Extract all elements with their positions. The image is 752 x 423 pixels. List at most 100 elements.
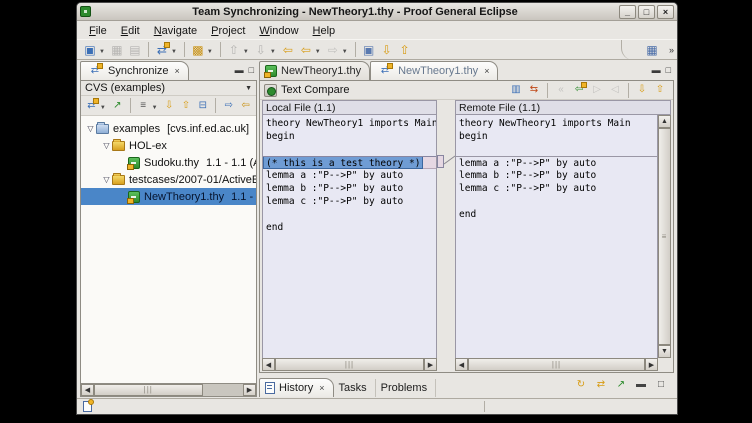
scroll-left-icon[interactable]: ◀ [81, 384, 94, 396]
incoming-mode-icon[interactable]: ⇨ [220, 98, 237, 114]
previous-difference-icon[interactable]: ⇧ [651, 82, 669, 98]
code-line[interactable] [456, 195, 657, 208]
code-line[interactable]: theory NewTheory1 imports Main [263, 117, 436, 130]
code-line[interactable]: end [263, 221, 436, 234]
code-line[interactable]: lemma a :"P-->P" by auto [263, 169, 436, 182]
menu-help[interactable]: Help [307, 24, 342, 38]
expander-icon[interactable]: ▽ [101, 141, 112, 150]
editor-maximize-icon[interactable]: □ [666, 64, 671, 76]
maximize-icon[interactable]: □ [652, 377, 670, 393]
scope-dropdown-icon[interactable]: ▼ [245, 85, 252, 92]
scroll-right-icon[interactable]: ▶ [424, 358, 437, 371]
code-line[interactable]: lemma c :"P-->P" by auto [456, 182, 657, 195]
synchronize-icon[interactable]: ⇄ [153, 42, 171, 58]
refresh-icon[interactable]: ↻ [572, 377, 590, 393]
tree-item-newtheory1-thy[interactable]: NewTheory1.thy1.1 - 1.1 (A [81, 188, 256, 205]
menu-project[interactable]: Project [205, 24, 251, 38]
menu-file[interactable]: File [83, 24, 113, 38]
tab-problems[interactable]: Problems [376, 379, 436, 397]
minimize-icon[interactable]: ▬ [632, 377, 650, 393]
tree-item-testcases-2007-01-activeeditorv[interactable]: ▽testcases/2007-01/ActiveEditorV [81, 171, 256, 188]
copy-current-change-icon[interactable]: ⇦ [570, 82, 588, 98]
local-file-content[interactable]: theory NewTheory1 imports Mainbegin (* th… [262, 115, 437, 358]
group-revisions-icon[interactable]: ⇄ [592, 377, 610, 393]
code-line[interactable]: lemma a :"P-->P" by auto [456, 156, 657, 169]
ancestor-pane-icon[interactable]: ▥ [507, 82, 525, 98]
minimize-button[interactable]: _ [619, 5, 636, 19]
tab-history[interactable]: History× [259, 378, 334, 397]
maximize-button[interactable]: □ [638, 5, 655, 19]
synchronize-icon-dropdown[interactable]: ▼ [171, 49, 177, 55]
code-line-diff[interactable]: (* this is a test theory *) [263, 156, 436, 169]
scroll-up-icon[interactable]: ▲ [658, 115, 671, 128]
back-icon[interactable]: ⇦ [297, 42, 315, 58]
code-line[interactable] [263, 143, 436, 156]
editor-tab-close-icon[interactable]: × [484, 66, 489, 76]
scroll-left-icon[interactable]: ◀ [262, 358, 275, 371]
code-line[interactable]: theory NewTheory1 imports Main [456, 117, 657, 130]
titlebar[interactable]: Team Synchronizing - NewTheory1.thy - Pr… [77, 3, 677, 21]
code-line[interactable]: lemma b :"P-->P" by auto [263, 182, 436, 195]
scroll-right-icon[interactable]: ▶ [243, 384, 256, 396]
local-hscrollbar[interactable]: ◀ ||| ▶ [262, 358, 437, 371]
remote-file-content[interactable]: theory NewTheory1 imports Mainbegin lemma… [455, 115, 658, 358]
checkout-icon[interactable]: ▩ [189, 42, 207, 58]
code-line[interactable]: lemma c :"P-->P" by auto [263, 195, 436, 208]
code-line[interactable]: begin [263, 130, 436, 143]
pin-icon[interactable]: ↗ [109, 98, 126, 114]
next-difference-icon[interactable]: ⇩ [633, 82, 651, 98]
tab-tasks[interactable]: Tasks [334, 379, 376, 397]
next-change-icon[interactable]: ⇩ [161, 98, 178, 114]
synchronize-icon-dropdown[interactable]: ▼ [100, 105, 106, 111]
scroll-right-icon[interactable]: ▶ [645, 358, 658, 371]
editor-tab-0[interactable]: NewTheory1.thy [259, 61, 370, 80]
scroll-down-icon[interactable]: ▼ [658, 345, 671, 358]
remote-vscroll-thumb[interactable]: ≡ [658, 128, 671, 345]
editor-tab-1[interactable]: ⇄NewTheory1.thy× [370, 61, 498, 80]
code-line[interactable]: end [456, 208, 657, 221]
editor-minimize-icon[interactable]: ▬ [652, 64, 661, 76]
code-line[interactable] [263, 208, 436, 221]
sidebar-hscroll-thumb[interactable]: ||| [94, 384, 203, 396]
tree-item-hol-ex[interactable]: ▽HOL-ex [81, 137, 256, 154]
toolbar-overflow-icon[interactable]: » [669, 45, 673, 55]
previous-difference-icon[interactable]: ⇧ [396, 42, 414, 58]
collapse-all-icon[interactable]: ⊟ [194, 98, 211, 114]
tree-item-sudoku-thy[interactable]: Sudoku.thy1.1 - 1.1 (ASCII - [81, 154, 256, 171]
bottom-tab-close-icon[interactable]: × [319, 383, 324, 393]
menu-window[interactable]: Window [253, 24, 304, 38]
code-line[interactable]: begin [456, 130, 657, 143]
checkout-icon-dropdown[interactable]: ▼ [207, 49, 213, 55]
compare-view-icon[interactable]: ▣ [360, 42, 378, 58]
swap-panes-icon[interactable]: ⇆ [525, 82, 543, 98]
fast-view-icon[interactable] [83, 401, 92, 412]
outgoing-mode-icon[interactable]: ⇦ [237, 98, 254, 114]
code-line[interactable]: lemma b :"P-->P" by auto [456, 169, 657, 182]
previous-change-icon[interactable]: ⇧ [177, 98, 194, 114]
tab-synchronize-close-icon[interactable]: × [175, 66, 180, 76]
expander-icon[interactable]: ▽ [85, 124, 96, 133]
presentation-mode-icon[interactable]: ≡ [135, 98, 152, 114]
last-edit-location-icon[interactable]: ⇦ [279, 42, 297, 58]
new-wizard-icon-dropdown[interactable]: ▼ [99, 49, 105, 55]
menu-edit[interactable]: Edit [115, 24, 146, 38]
synchronize-icon[interactable]: ⇄ [83, 98, 100, 114]
sidebar-hscrollbar[interactable]: ◀ ||| ▶ [81, 383, 256, 396]
remote-hscrollbar[interactable]: ◀ ||| ▶ [455, 358, 658, 371]
next-difference-icon[interactable]: ⇩ [378, 42, 396, 58]
expander-icon[interactable]: ▽ [101, 175, 112, 184]
local-hscroll-thumb[interactable]: ||| [275, 358, 424, 371]
presentation-mode-icon-dropdown[interactable]: ▼ [152, 105, 158, 111]
scroll-left-icon[interactable]: ◀ [455, 358, 468, 371]
code-line[interactable] [456, 143, 657, 156]
tree-item-examples[interactable]: ▽examples[cvs.inf.ed.ac.uk] [81, 120, 256, 137]
link-with-editor-icon[interactable]: ↗ [612, 377, 630, 393]
close-button[interactable]: × [657, 5, 674, 19]
remote-vscrollbar[interactable]: ▲ ≡ ▼ [658, 115, 671, 358]
sidebar-maximize-icon[interactable]: □ [249, 64, 254, 76]
team-synchronizing-perspective-icon[interactable]: ▦ [643, 42, 661, 58]
new-wizard-icon[interactable]: ▣ [81, 42, 99, 58]
menu-navigate[interactable]: Navigate [148, 24, 203, 38]
remote-hscroll-thumb[interactable]: ||| [468, 358, 645, 371]
sidebar-minimize-icon[interactable]: ▬ [235, 64, 244, 76]
